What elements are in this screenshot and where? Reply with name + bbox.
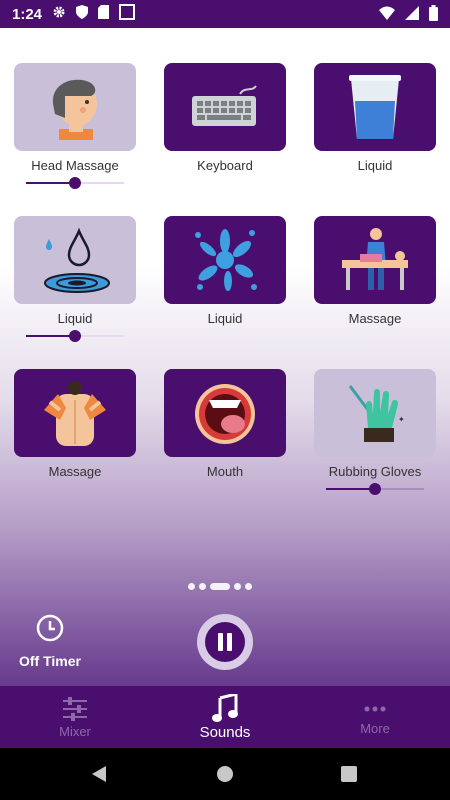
bottom-navigation: Mixer Sounds More (0, 686, 450, 748)
sound-tile-liquid-drop[interactable] (14, 216, 136, 304)
settings-icon (52, 5, 66, 24)
splash-icon (195, 229, 257, 291)
pause-icon (218, 633, 232, 651)
sound-tile-massage-table[interactable] (314, 216, 436, 304)
glass-icon (349, 75, 401, 139)
recents-icon[interactable] (340, 765, 358, 783)
page-dot[interactable] (188, 583, 195, 590)
svg-text:✦: ✦ (398, 415, 404, 424)
square-icon (119, 3, 136, 25)
clock-icon (36, 614, 64, 642)
mouth-icon (195, 384, 255, 444)
sliders-icon (63, 696, 87, 721)
nav-more-label: More (360, 720, 390, 736)
off-timer-button[interactable]: Off Timer (14, 614, 86, 669)
sound-tile-rubbing-gloves[interactable]: ✦ (314, 369, 436, 457)
slider-thumb[interactable] (69, 330, 81, 342)
tile-label: Rubbing Gloves (328, 464, 422, 479)
tile-label: Liquid (57, 311, 93, 326)
page-dot[interactable] (245, 583, 252, 590)
nav-mixer-label: Mixer (59, 723, 91, 739)
tile-label: Massage (348, 311, 402, 326)
keyboard-icon (192, 85, 257, 126)
slider-thumb[interactable] (69, 177, 81, 189)
massage-table-icon (342, 228, 408, 290)
sd-card-icon (98, 4, 110, 24)
glove-icon: ✦ (348, 385, 404, 442)
page-indicator (188, 583, 252, 590)
nav-mixer[interactable]: Mixer (0, 686, 150, 748)
sound-tile-mouth[interactable] (164, 369, 286, 457)
wifi-icon (379, 6, 395, 25)
back-icon[interactable] (90, 765, 108, 783)
shield-icon (76, 4, 89, 24)
sound-tile-massage-back[interactable] (14, 369, 136, 457)
nav-sounds-label: Sounds (199, 723, 251, 741)
page-dot-active[interactable] (210, 583, 230, 590)
volume-slider-rubbing-gloves[interactable] (326, 482, 424, 496)
head-massage-icon (52, 79, 97, 140)
tile-label: Liquid (357, 158, 393, 173)
signal-icon (405, 6, 419, 25)
status-time: 1:24 (12, 5, 43, 23)
tile-label: Mouth (206, 464, 244, 479)
volume-slider-head-massage[interactable] (26, 176, 124, 190)
off-timer-label: Off Timer (19, 653, 81, 669)
tile-label: Liquid (207, 311, 243, 326)
back-massage-icon (44, 381, 106, 446)
sound-tile-liquid-glass[interactable] (314, 63, 436, 151)
volume-slider-liquid[interactable] (26, 329, 124, 343)
tile-label: Massage (48, 464, 102, 479)
nav-sounds[interactable]: Sounds (150, 686, 300, 748)
music-note-icon (212, 693, 238, 722)
system-navigation-bar (0, 748, 450, 800)
tile-label: Head Massage (31, 158, 119, 173)
more-dots-icon (364, 706, 386, 711)
sound-tile-keyboard[interactable] (164, 63, 286, 151)
sound-tile-liquid-splash[interactable] (164, 216, 286, 304)
slider-thumb[interactable] (369, 483, 381, 495)
page-dot[interactable] (234, 583, 241, 590)
pause-button[interactable] (197, 614, 253, 670)
home-icon[interactable] (216, 765, 234, 783)
water-drop-icon (44, 227, 110, 293)
nav-more[interactable]: More (300, 686, 450, 748)
battery-icon (429, 5, 438, 26)
status-bar: 1:24 (0, 0, 450, 28)
sound-tile-head-massage[interactable] (14, 63, 136, 151)
tile-label: Keyboard (197, 158, 253, 173)
page-dot[interactable] (199, 583, 206, 590)
